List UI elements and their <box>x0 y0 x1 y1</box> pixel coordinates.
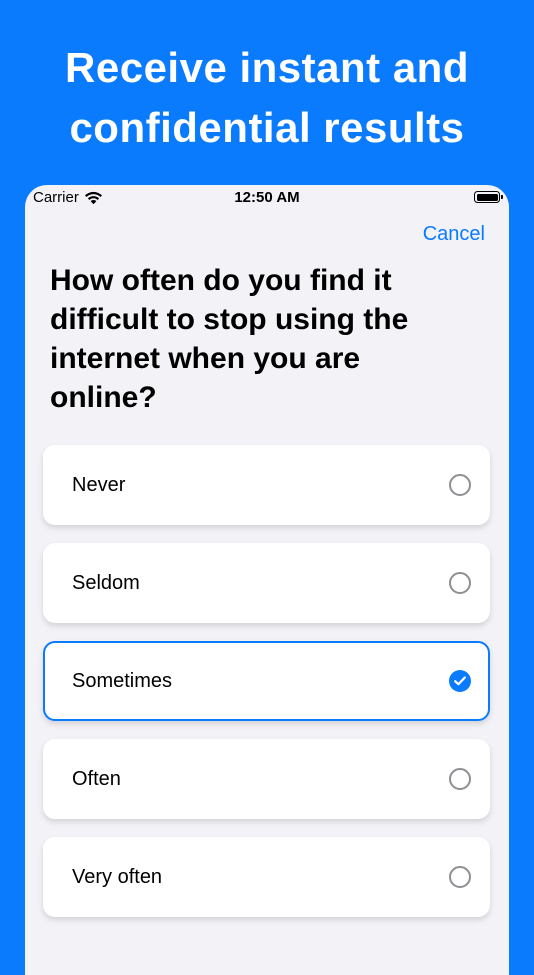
promo-title-line-2: confidential results <box>69 104 465 151</box>
promo-title-line-1: Receive instant and <box>65 44 469 91</box>
option-often[interactable]: Often <box>43 739 490 819</box>
cancel-button[interactable]: Cancel <box>423 223 485 246</box>
option-label: Very often <box>72 866 163 888</box>
radio-unchecked-icon <box>449 572 471 594</box>
radio-unchecked-icon <box>449 474 471 496</box>
option-label: Seldom <box>72 572 140 594</box>
question-text: How often do you find it difficult to st… <box>50 264 409 414</box>
phone-screen: Carrier 12:50 AM Cancel How often do you… <box>25 185 509 975</box>
battery-icon <box>474 191 503 203</box>
radio-unchecked-icon <box>449 866 471 888</box>
radio-checked-icon <box>449 670 471 692</box>
status-bar: Carrier 12:50 AM <box>25 185 509 211</box>
status-time: 12:50 AM <box>234 189 300 206</box>
answer-options: Never Seldom Sometimes Often Very often <box>43 445 490 935</box>
option-label: Never <box>72 474 126 496</box>
option-seldom[interactable]: Seldom <box>43 543 490 623</box>
option-sometimes[interactable]: Sometimes <box>43 641 490 721</box>
promo-title: Receive instant and confidential results <box>0 38 534 158</box>
radio-unchecked-icon <box>449 768 471 790</box>
option-label: Often <box>72 768 121 790</box>
option-never[interactable]: Never <box>43 445 490 525</box>
option-very-often[interactable]: Very often <box>43 837 490 917</box>
checkmark-icon <box>454 676 466 686</box>
option-label: Sometimes <box>72 670 173 692</box>
